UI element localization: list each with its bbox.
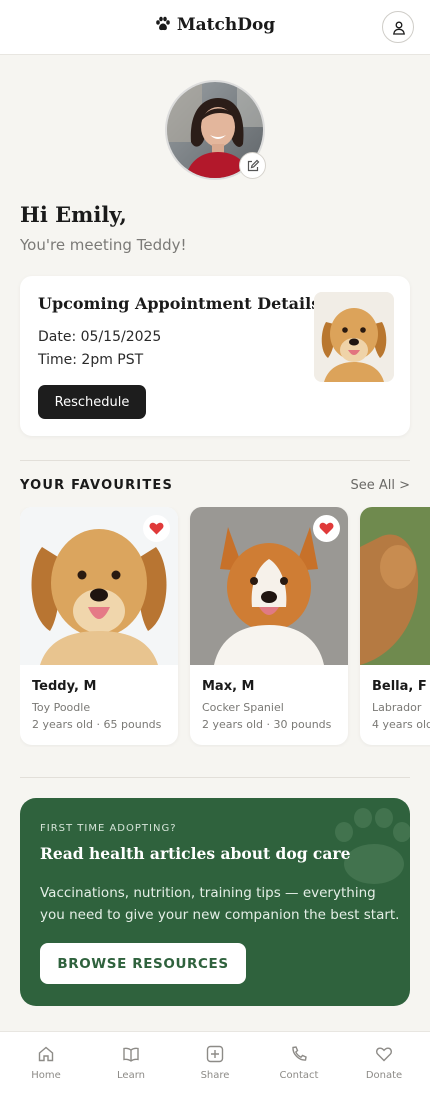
tab-label: Share: [200, 1070, 230, 1081]
dog-breed: Labrador: [372, 701, 422, 714]
tab-label: Learn: [117, 1070, 145, 1081]
promo-title: Read health articles about dog care: [40, 844, 351, 863]
user-icon: [393, 21, 405, 35]
favourites-title: YOUR FAVOURITES: [20, 478, 174, 493]
dog-photo: [190, 507, 348, 665]
appointment-date: Date: 05/15/2025: [38, 329, 162, 345]
home-icon: [38, 1046, 54, 1062]
plus-square-icon: [206, 1045, 224, 1063]
see-all-link[interactable]: See All >: [350, 478, 410, 493]
tab-donate[interactable]: Donate: [341, 1032, 427, 1093]
reschedule-button[interactable]: Reschedule: [38, 385, 146, 419]
favourites-carousel[interactable]: Teddy, M Toy Poodle 2 years old · 65 pou…: [20, 507, 430, 747]
appointment-title: Upcoming Appointment Details:: [38, 294, 327, 313]
profile-button[interactable]: [382, 11, 414, 43]
dog-name: Bella, F: [372, 679, 427, 694]
dog-photo: [20, 507, 178, 665]
edit-icon: [247, 159, 260, 172]
appointment-card: Upcoming Appointment Details: Date: 05/1…: [20, 276, 410, 436]
tab-label: Contact: [279, 1070, 319, 1081]
tab-label: Donate: [365, 1070, 403, 1081]
greeting-subtitle: You're meeting Teddy!: [20, 236, 187, 254]
favourite-toggle[interactable]: [143, 515, 170, 542]
appointment-time: Time: 2pm PST: [38, 352, 144, 368]
dog-name: Max, M: [202, 679, 255, 694]
favourite-card[interactable]: Teddy, M Toy Poodle 2 years old · 65 pou…: [20, 507, 178, 745]
book-icon: [123, 1047, 139, 1062]
dog-breed: Toy Poodle: [32, 701, 91, 714]
heart-icon: [376, 1047, 392, 1062]
appointment-dog-photo: [314, 292, 394, 382]
section-divider: [20, 460, 410, 461]
tab-label: Home: [31, 1070, 61, 1081]
heart-filled-icon: [319, 522, 334, 535]
dog-photo: [360, 507, 430, 665]
resources-promo-card: FIRST TIME ADOPTING? Read health article…: [20, 798, 410, 1006]
dog-breed: Cocker Spaniel: [202, 701, 284, 714]
section-divider: [20, 777, 410, 778]
tab-learn[interactable]: Learn: [88, 1032, 174, 1093]
phone-icon: [292, 1046, 307, 1061]
favourite-toggle[interactable]: [313, 515, 340, 542]
favourite-card[interactable]: Bella, F Labrador 4 years old: [360, 507, 430, 745]
dog-meta: 2 years old · 65 pounds: [32, 718, 162, 731]
dog-meta: 2 years old · 30 pounds: [202, 718, 332, 731]
edit-avatar-button[interactable]: [239, 152, 266, 179]
greeting: Hi Emily,: [20, 202, 127, 227]
dog-meta: 4 years old: [372, 718, 430, 731]
dog-name: Teddy, M: [32, 679, 97, 694]
promo-body: Vaccinations, nutrition, training tips —…: [40, 885, 400, 923]
app-title: MatchDog: [176, 15, 276, 35]
promo-kicker: FIRST TIME ADOPTING?: [40, 823, 177, 834]
tab-contact[interactable]: Contact: [256, 1032, 342, 1093]
tab-home[interactable]: Home: [3, 1032, 89, 1093]
browse-resources-button[interactable]: BROWSE RESOURCES: [40, 943, 246, 984]
top-bar: MatchDog: [0, 0, 430, 55]
bottom-tab-bar: Home Learn Share Contact Donate: [0, 1031, 430, 1093]
tab-share[interactable]: Share: [172, 1032, 258, 1093]
heart-filled-icon: [149, 522, 164, 535]
brand[interactable]: MatchDog: [0, 15, 430, 35]
favourite-card[interactable]: Max, M Cocker Spaniel 2 years old · 30 p…: [190, 507, 348, 745]
paw-icon: [156, 16, 170, 31]
profile-avatar-wrap: [165, 80, 266, 180]
